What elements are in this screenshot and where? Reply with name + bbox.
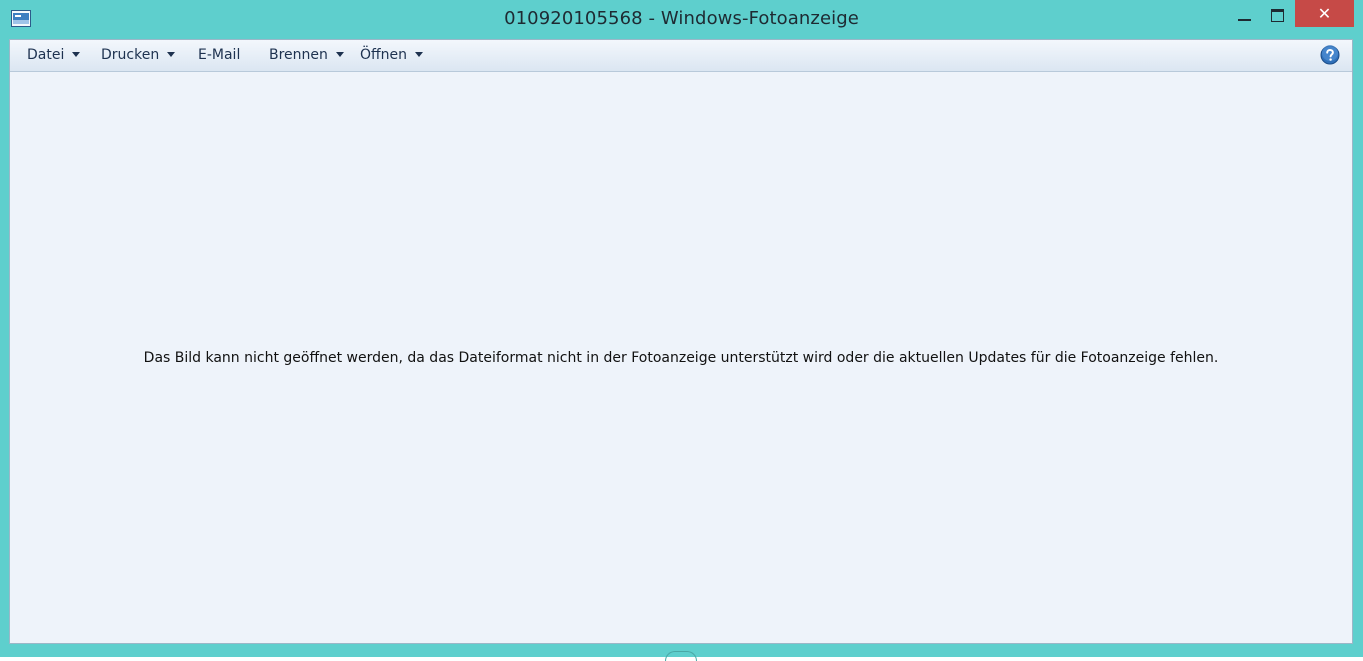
chevron-down-icon <box>167 51 176 57</box>
resize-grip <box>665 651 697 661</box>
menu-drucken-label: Drucken <box>101 47 160 63</box>
photo-viewer-window: 010920105568 - Windows-Fotoanzeige ✕ Dat… <box>0 0 1363 661</box>
menu-datei-label: Datei <box>27 47 65 63</box>
menu-email[interactable]: E-Mail <box>198 47 240 63</box>
menu-datei[interactable]: Datei <box>27 47 81 63</box>
menu-drucken[interactable]: Drucken <box>101 47 176 63</box>
close-button[interactable]: ✕ <box>1295 0 1354 27</box>
menu-oeffnen[interactable]: Öffnen <box>360 47 424 63</box>
viewer-client-area: Datei Drucken E-Mail Brennen Öffnen Das … <box>9 39 1353 644</box>
error-message: Das Bild kann nicht geöffnet werden, da … <box>143 350 1219 366</box>
close-icon: ✕ <box>1317 4 1332 23</box>
minimize-button[interactable] <box>1230 0 1260 27</box>
maximize-button[interactable] <box>1263 0 1293 27</box>
chevron-down-icon <box>415 51 424 57</box>
help-icon[interactable] <box>1320 45 1340 65</box>
chevron-down-icon <box>335 51 344 57</box>
menu-brennen[interactable]: Brennen <box>269 47 344 63</box>
menu-oeffnen-label: Öffnen <box>360 47 408 63</box>
menu-brennen-label: Brennen <box>269 47 328 63</box>
title-bar[interactable]: 010920105568 - Windows-Fotoanzeige ✕ <box>0 0 1363 38</box>
menu-bar: Datei Drucken E-Mail Brennen Öffnen <box>10 40 1352 72</box>
window-title: 010920105568 - Windows-Fotoanzeige <box>504 8 859 29</box>
menu-email-label: E-Mail <box>198 47 241 63</box>
chevron-down-icon <box>72 51 81 57</box>
